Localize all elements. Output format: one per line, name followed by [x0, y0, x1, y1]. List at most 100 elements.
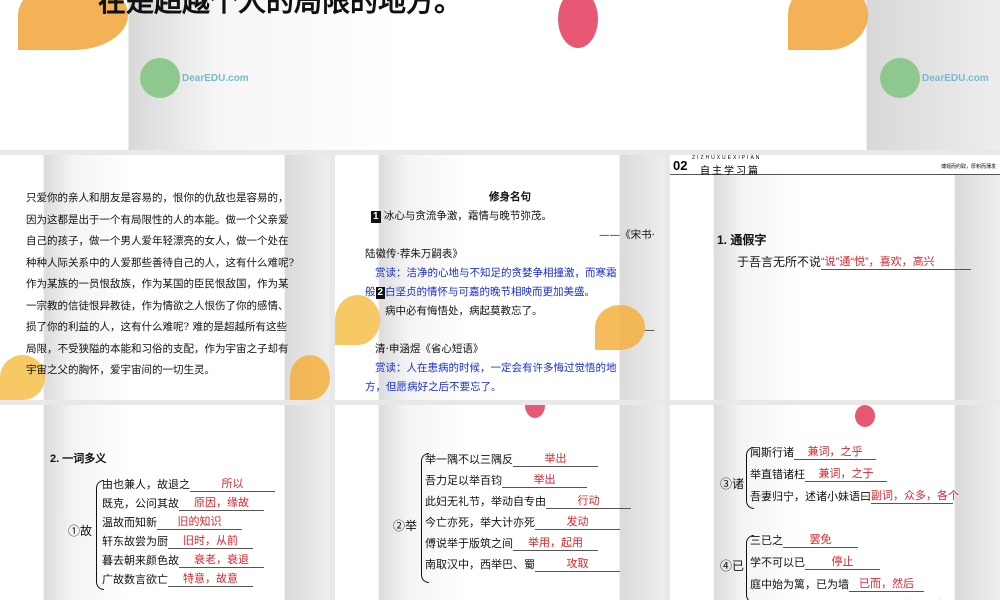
answer-blank: 停止 — [805, 553, 880, 570]
answer-blank: 举用，起用 — [513, 534, 598, 551]
example-sentence: 举一隅不以三隅反 — [425, 454, 513, 466]
number-badge: 1 — [371, 211, 381, 223]
polysemy-row: 傅说举于版筑之间 举用，起用 — [425, 534, 598, 551]
slide-essay[interactable]: 只爱你的亲人和朋友是容易的，恨你的仇敌也是容易的， 因为这都是出于一个有局限性的人… — [0, 155, 330, 400]
quote-2-reading-cont: 方，但愿病好之后不要忘了。 — [365, 381, 502, 393]
example-sentence: 南取汉中，西举巴、蜀 — [425, 559, 535, 571]
section-motto: 博观而约取，厚积而薄发 — [940, 164, 996, 170]
dash: — — [644, 324, 656, 336]
answer-blank: 所以 — [190, 475, 275, 492]
polysemy-row: 由也兼人，故退之 所以 — [102, 475, 275, 492]
example-sentence: 学不可以已 — [750, 557, 805, 569]
slide-ju[interactable]: ②举 举一隅不以三隅反 举出 吾力足以举百钧 举出 此妇无礼节，举动自专由 行动 今亡亦死，… — [335, 405, 665, 600]
essay-line: 因为这都是出于一个有局限性的人的本能。做一个父亲爱 — [26, 213, 289, 226]
polysemy-row: 吾妻归宁，述诸小妹语曰 副词，众多，各个 — [750, 487, 959, 504]
floral-decoration — [788, 0, 868, 50]
essay-line: 作为某族的一员恨敌族，作为某国的臣民恨敌国，作为某 — [26, 278, 289, 290]
word-label: ③诸 — [720, 477, 745, 491]
polysemy-row: 广故数言欲亡 特意，故意 — [102, 570, 253, 587]
answer-blank: 旧时，从前 — [168, 532, 253, 549]
answer-blank: 行动 — [546, 492, 631, 509]
example-sentence: 庭中始为篱，已为墙 — [750, 579, 849, 591]
polysemy-row: 既克，公问其故 原因，缘故 — [102, 494, 264, 511]
answer-blank: 罢免 — [783, 531, 858, 548]
polysemy-row: 南取汉中，西举巴、蜀 攻取 — [425, 555, 620, 572]
polysemy-row: 吾力足以举百钧 举出 — [425, 471, 587, 488]
quote-1-reading-cont: 白坚贞的情怀与可嘉的晚节相映而更加美盛。 — [385, 286, 596, 298]
quote-1-reading: 赏读：洁净的心地与不知足的贪婪争相撞激，而寒霜 — [375, 267, 617, 279]
answer-blank: 兼词，之于 — [805, 465, 887, 482]
quote-1-reading-prefix: 般 — [365, 286, 376, 298]
answer-blank: 副词，众多，各个 — [871, 487, 959, 504]
word-label: ④已 — [720, 559, 745, 573]
tongjia-row: 于吾言无所不说 “说”通“悦”，喜欢，高兴 — [737, 253, 972, 270]
slide-top[interactable]: 在是超越个人的局限的地方。 DearEDU.com DearEDU.com — [0, 0, 1000, 150]
quotes-block: 修身名句 1 冰心与贪流争激，霜情与晚节弥茂。 ——《宋书· 陆徽传·荐朱万嗣表… — [365, 188, 655, 397]
example-sentence: 由也兼人，故退之 — [102, 479, 190, 491]
polysemy-row: 举一隅不以三隅反 举出 — [425, 450, 598, 467]
quote-2-source: 清·申涵煜《省心短语》 — [375, 343, 484, 355]
quote-1: 冰心与贪流争激，霜情与晚节弥茂。 — [383, 210, 552, 222]
essay-text: 只爱你的亲人和朋友是容易的，恨你的仇敌也是容易的， 因为这都是出于一个有局限性的人… — [26, 188, 316, 382]
answer-blank: 已而，然后 — [849, 575, 924, 592]
polysemy-row: 庭中始为篱，已为墙 已而，然后 — [750, 575, 924, 592]
polysemy-row: 暮去朝来颜色故 衰老，衰退 — [102, 551, 264, 568]
dearedu-logo: DearEDU.com — [880, 58, 989, 98]
example-sentence: 吾妻归宁，述诸小妹语曰 — [750, 491, 871, 503]
section-number: 02 — [673, 158, 688, 173]
example-sentence: 既克，公问其故 — [102, 498, 179, 510]
essay-line: 宇宙之父的胸怀，爱宇宙间的一切生灵。 — [26, 364, 215, 376]
dearedu-logo: DearEDU.com — [140, 58, 249, 98]
polysemy-row: 闻斯行诸 兼词，之乎 — [750, 443, 876, 460]
answer-blank: 发动 — [535, 513, 620, 530]
answer-blank: 原因，缘故 — [179, 494, 264, 511]
number-badge: 2 — [375, 287, 386, 299]
polysemy-row: 三已之 罢免 — [750, 531, 858, 548]
answer-blank: 兼词，之乎 — [794, 443, 876, 460]
slide-quotes[interactable]: 修身名句 1 冰心与贪流争激，霜情与晚节弥茂。 ——《宋书· 陆徽传·荐朱万嗣表… — [335, 155, 665, 400]
floral-decoration — [525, 405, 545, 418]
slide-gu[interactable]: 2. 一词多义 ①故 由也兼人，故退之 所以 既克，公问其故 原因，缘故 温故而知新 旧的… — [0, 405, 330, 600]
example-sentence: 闻斯行诸 — [750, 447, 794, 459]
example-sentence: 吾力足以举百钧 — [425, 475, 502, 487]
section-title: 自主学习篇 — [700, 166, 760, 177]
polysemy-row: 此妇无礼节，举动自专由 行动 — [425, 492, 631, 509]
answer-blank: 攻取 — [535, 555, 620, 572]
slide-heading: 在是超越个人的局限的地方。 — [98, 0, 463, 18]
essay-line: 只爱你的亲人和朋友是容易的，恨你的仇敌也是容易的， — [26, 192, 289, 204]
answer-blank: 衰老，衰退 — [179, 551, 264, 568]
essay-line: 一宗教的信徒恨异教徒，作为情欲之人恨伤了你的感情、 — [26, 299, 289, 312]
quote-2: 病中必有悔悟处，病起莫教忘了。 — [385, 305, 543, 317]
quote-1-source: ——《宋书· — [599, 229, 655, 241]
answer-blank: 举出 — [502, 471, 587, 488]
section-header: 02 ZIZHUXUEXIPIAN 自主学习篇 博观而约取，厚积而薄发 — [670, 155, 1000, 177]
quote-1-source-cont: 陆徽传·荐朱万嗣表》 — [365, 248, 463, 260]
essay-line: 局限，不受狭隘的本能和习俗的支配，作为宇宙之子却有 — [26, 342, 289, 355]
section-pinyin: ZIZHUXUEXIPIAN — [692, 155, 762, 161]
example-sentence: 三已之 — [750, 535, 783, 547]
answer: “说”通“悦”，喜欢，高兴 — [821, 253, 972, 270]
essay-line: 损了你的利益的人，这有什么难呢? 难的是超越所有这些 — [26, 321, 287, 333]
answer-blank: 特意，故意 — [168, 570, 253, 587]
polysemy-row: 今亡亦死，举大计亦死 发动 — [425, 513, 620, 530]
answer-blank: 举出 — [513, 450, 598, 467]
quote-2-reading: 赏读：人在患病的时候，一定会有许多悔过觉悟的地 — [375, 362, 617, 374]
answer-blank: 旧的知识 — [157, 513, 242, 530]
word-label: ①故 — [68, 524, 93, 538]
essay-line: 自己的孩子，做一个男人爱年轻漂亮的女人，做一个处在 — [26, 235, 289, 247]
quotes-title: 修身名句 — [489, 191, 531, 203]
example-sentence: 暮去朝来颜色故 — [102, 555, 179, 567]
example-sentence: 温故而知新 — [102, 517, 157, 529]
floral-decoration — [558, 0, 598, 48]
example-sentence: 傅说举于版筑之间 — [425, 538, 513, 550]
essay-line: 种种人际关系中的人爱那些善待自己的人，这有什么难呢? — [26, 256, 295, 269]
example-sentence: 此妇无礼节，举动自专由 — [425, 496, 546, 508]
polysemy-row: 温故而知新 旧的知识 — [102, 513, 242, 530]
heading-polysemy: 2. 一词多义 — [50, 453, 107, 465]
example-sentence: 广故数言欲亡 — [102, 574, 168, 586]
slide-tongjia[interactable]: 02 ZIZHUXUEXIPIAN 自主学习篇 博观而约取，厚积而薄发 1. 通… — [670, 155, 1000, 400]
example-sentence: 今亡亦死，举大计亦死 — [425, 517, 535, 529]
word-label: ②举 — [393, 519, 418, 533]
polysemy-row: 轩东故尝为厨 旧时，从前 — [102, 532, 253, 549]
slide-zhu-yi[interactable]: ③诸 ④已 闻斯行诸 兼词，之乎 举直错诸枉 兼词，之于 吾妻归宁，述诸小妹语曰 副词，众… — [670, 405, 1000, 600]
